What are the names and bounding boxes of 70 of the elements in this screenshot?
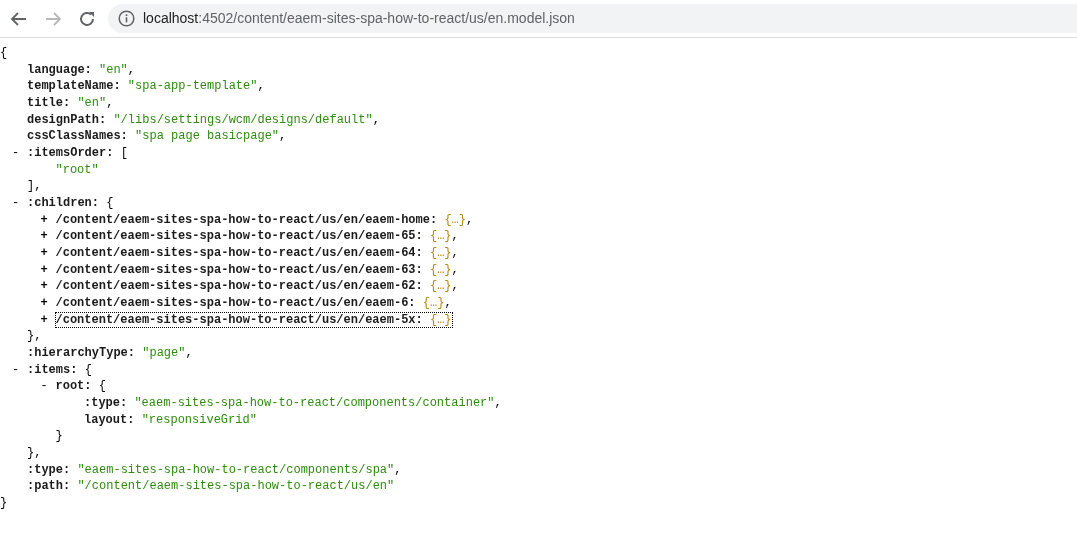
json-key: :itemsOrder: xyxy=(27,146,114,161)
expand-toggle[interactable]: + xyxy=(40,211,56,229)
json-key: root: xyxy=(55,379,92,394)
close-bracket: }, xyxy=(27,446,42,461)
json-string: "en" xyxy=(77,96,107,110)
json-key: /content/eaem-sites-spa-how-to-react/us/en/eaem-64: xyxy=(55,246,423,261)
json-string: "responsiveGrid" xyxy=(141,412,257,427)
expand-toggle[interactable]: + xyxy=(40,245,56,262)
comma: , xyxy=(257,79,265,94)
comma: , xyxy=(444,296,452,311)
info-icon xyxy=(118,10,135,27)
url-text: localhost:4502/content/eaem-sites-spa-how-to-react/us/en.model.json xyxy=(143,9,575,28)
json-key: :type: xyxy=(84,396,128,411)
json-key: language: xyxy=(27,62,92,77)
json-string: "/libs/settings/wcm/designs/default" xyxy=(113,112,373,127)
comma: , xyxy=(394,462,402,477)
json-key: :type: xyxy=(27,462,71,477)
comma: , xyxy=(451,262,459,277)
json-key: :path: xyxy=(27,479,71,494)
json-key: /content/eaem-sites-spa-how-to-react/us/en/eaem-home: xyxy=(55,212,438,227)
expand-toggle[interactable]: + xyxy=(40,228,56,246)
json-key: /content/eaem-sites-spa-how-to-react/us/en/eaem-65: xyxy=(55,229,423,244)
expand-toggle[interactable]: + xyxy=(40,311,56,329)
expand-toggle[interactable]: + xyxy=(40,278,56,296)
json-key: title: xyxy=(27,96,71,110)
json-key: /content/eaem-sites-spa-how-to-react/us/en/eaem-5x: xyxy=(55,312,423,327)
json-key: /content/eaem-sites-spa-how-to-react/us/en/eaem-62: xyxy=(55,279,423,294)
json-key: designPath: xyxy=(27,112,107,127)
comma: , xyxy=(127,62,136,77)
json-string: "spa-app-template" xyxy=(127,79,258,94)
close-brace: } xyxy=(0,496,8,511)
comma: , xyxy=(106,96,114,110)
expand-toggle[interactable]: + xyxy=(40,295,56,312)
json-string: "en" xyxy=(99,62,128,77)
comma: , xyxy=(451,246,459,261)
comma: , xyxy=(372,112,380,127)
comma: , xyxy=(451,229,459,244)
open-brace: { xyxy=(0,46,8,60)
close-bracket: }, xyxy=(27,329,42,344)
close-bracket: } xyxy=(55,429,63,444)
collapse-toggle[interactable]: - xyxy=(40,378,56,396)
json-string: "eaem-sites-spa-how-to-react/components/spa" xyxy=(77,462,395,477)
collapse-toggle[interactable]: - xyxy=(12,145,27,162)
json-string: "root" xyxy=(55,162,99,177)
open-bracket: [ xyxy=(120,146,128,161)
comma: , xyxy=(279,129,287,144)
expand-toggle[interactable]: + xyxy=(40,261,56,279)
json-key: layout: xyxy=(84,412,135,427)
json-key: :items: xyxy=(27,362,78,377)
address-bar[interactable]: localhost:4502/content/eaem-sites-spa-how-to-react/us/en.model.json xyxy=(108,4,1077,33)
comma: , xyxy=(451,279,459,294)
close-bracket: ], xyxy=(27,179,42,194)
collapse-toggle[interactable]: - xyxy=(12,195,27,212)
open-bracket: { xyxy=(84,362,92,377)
json-key: /content/eaem-sites-spa-how-to-react/us/en/eaem-6: xyxy=(55,296,416,311)
json-string: "eaem-sites-spa-how-to-react/components/container" xyxy=(134,396,495,411)
json-key: :children: xyxy=(27,196,99,211)
json-key: templateName: xyxy=(27,79,121,94)
open-bracket: { xyxy=(106,196,114,211)
collapse-toggle[interactable]: - xyxy=(12,361,27,379)
comma: , xyxy=(185,346,193,361)
json-key: :hierarchyType: xyxy=(27,346,136,361)
comma: , xyxy=(466,212,474,227)
comma: , xyxy=(494,396,502,411)
json-string: "page" xyxy=(142,346,186,361)
json-string: "/content/eaem-sites-spa-how-to-react/us/en" xyxy=(77,479,395,494)
json-key: cssClassNames: xyxy=(27,129,128,144)
json-key: /content/eaem-sites-spa-how-to-react/us/en/eaem-63: xyxy=(55,262,423,277)
open-bracket: { xyxy=(98,379,106,394)
json-string: "spa page basicpage" xyxy=(135,129,280,144)
